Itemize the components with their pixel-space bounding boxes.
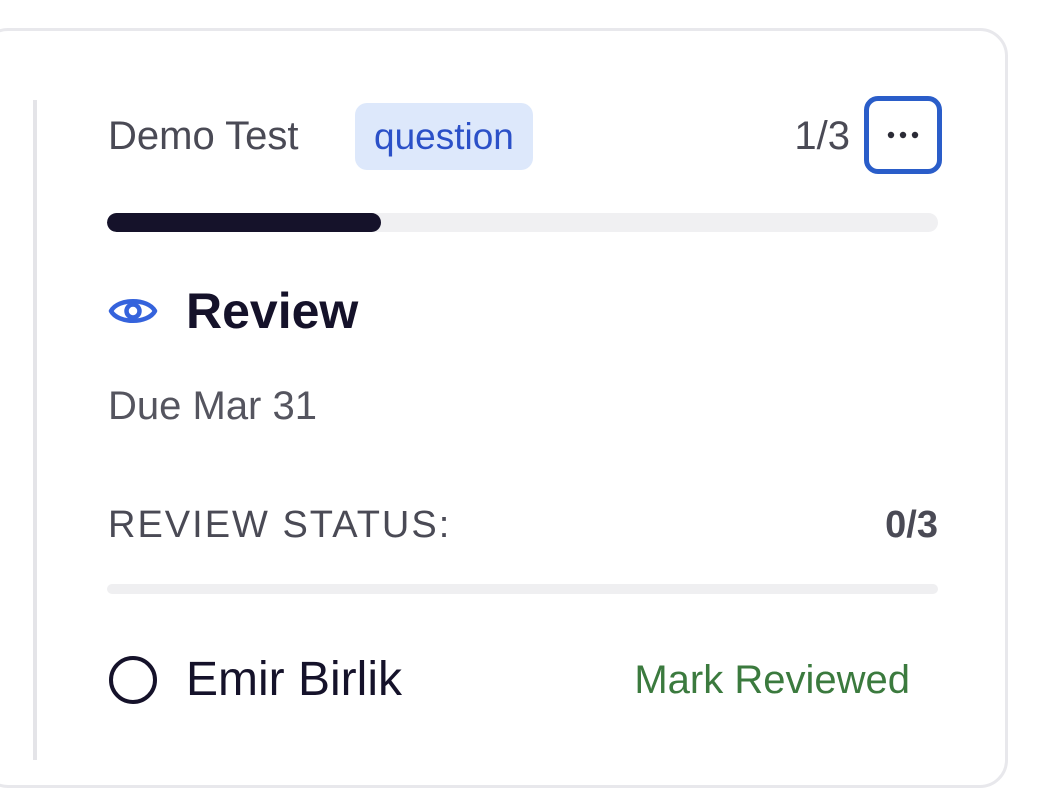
review-status-label: REVIEW STATUS: xyxy=(108,504,452,546)
task-title: Demo Test xyxy=(108,114,299,158)
reviewer-name: Emir Birlik xyxy=(186,653,402,706)
section-title: Review xyxy=(186,283,359,339)
reviewer-radio[interactable] xyxy=(109,656,157,704)
more-horizontal-icon xyxy=(887,131,919,139)
task-progress-fill xyxy=(107,213,382,232)
more-options-button[interactable] xyxy=(864,96,942,174)
task-progress-bar xyxy=(107,213,938,232)
type-tag: question xyxy=(355,103,533,170)
review-status-count: 0/3 xyxy=(885,504,938,546)
mark-reviewed-button[interactable]: Mark Reviewed xyxy=(634,656,910,704)
eye-icon xyxy=(108,299,158,323)
due-date: Due Mar 31 xyxy=(108,384,317,428)
step-counter: 1/3 xyxy=(794,114,850,158)
timeline-rule xyxy=(33,100,37,760)
review-status-bar xyxy=(107,584,938,594)
